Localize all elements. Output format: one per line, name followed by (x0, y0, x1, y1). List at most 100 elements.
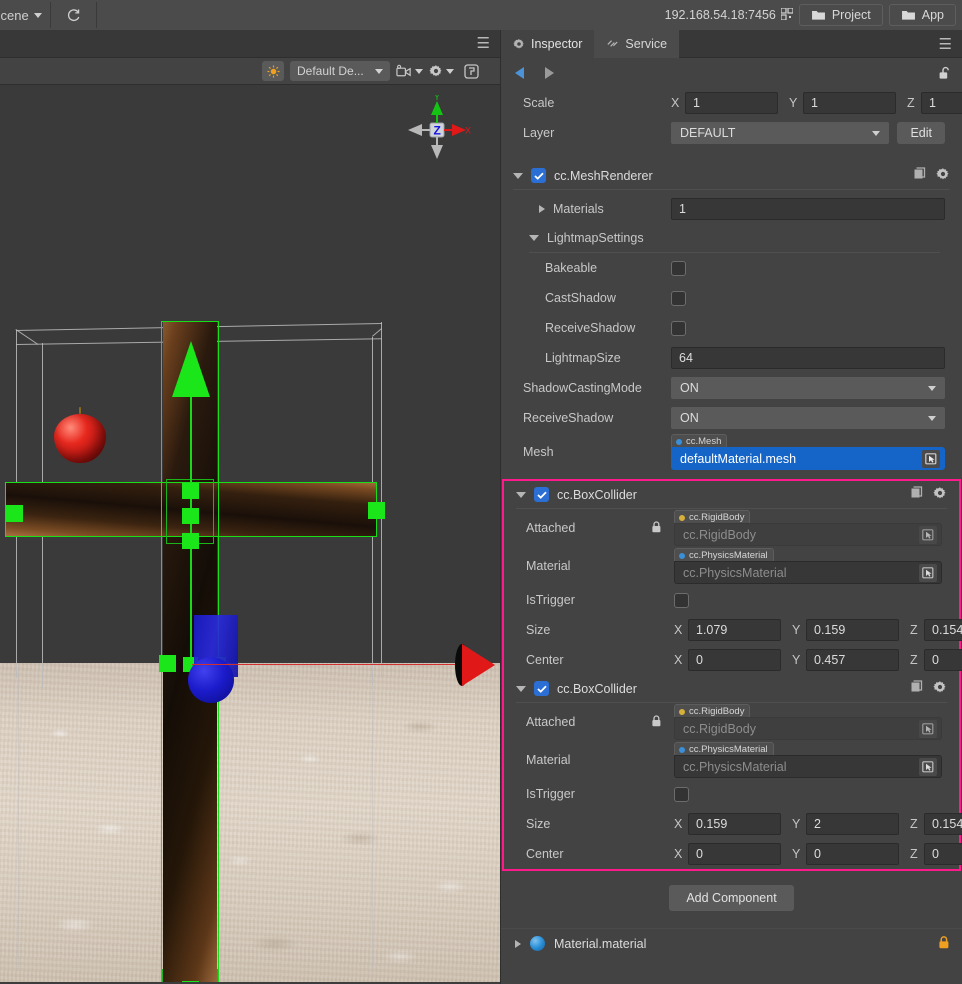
size-z-input-2[interactable]: 0.154 (924, 813, 962, 835)
material-asset-field-1[interactable]: cc.PhysicsMaterial cc.PhysicsMaterial (674, 548, 942, 584)
device-preset-dropdown[interactable]: Default De... (290, 61, 390, 81)
add-component-button[interactable]: Add Component (669, 885, 794, 911)
lock-closed-icon[interactable] (938, 935, 950, 952)
unlock-icon[interactable] (939, 66, 952, 83)
istrigger-checkbox-1[interactable] (674, 592, 689, 608)
gear-icon[interactable] (933, 680, 947, 697)
size-x-input-1[interactable]: 1.079 (688, 619, 781, 641)
project-button[interactable]: Project (798, 4, 883, 26)
material-asset-field-2[interactable]: cc.PhysicsMaterial cc.PhysicsMaterial (674, 742, 942, 778)
qr-code-icon[interactable] (780, 6, 794, 23)
size-y-input-2[interactable]: 2 (806, 813, 899, 835)
center-y-input-1[interactable]: 0.457 (806, 649, 899, 671)
mesh-renderer-enabled-checkbox[interactable] (531, 168, 546, 183)
pick-asset-icon[interactable] (919, 563, 937, 582)
attached-asset-value-box-2[interactable]: cc.RigidBody (674, 717, 942, 740)
box-collider-2-header[interactable]: cc.BoxCollider (504, 675, 959, 702)
size-z-input-1[interactable]: 0.154 (924, 619, 962, 641)
lightmapsize-input[interactable]: 64 (671, 347, 945, 369)
pick-asset-icon[interactable] (922, 449, 940, 468)
scale-z-input[interactable]: 1 (921, 92, 962, 114)
box-collider-1-enabled-checkbox[interactable] (534, 487, 549, 502)
attached-asset-value-box-1[interactable]: cc.RigidBody (674, 523, 942, 546)
pick-asset-icon[interactable] (919, 525, 937, 544)
app-button[interactable]: App (888, 4, 956, 26)
chevron-down-icon (928, 385, 936, 391)
gizmo-handle[interactable] (182, 533, 199, 549)
gizmo-handle[interactable] (159, 655, 176, 672)
inspector-menu-icon[interactable]: ☰ (939, 35, 952, 53)
center-y-input-2[interactable]: 0 (806, 843, 899, 865)
size-x-input-2[interactable]: 0.159 (688, 813, 781, 835)
gizmo-handle[interactable] (368, 502, 385, 519)
castshadow-checkbox[interactable] (671, 290, 686, 306)
camera-settings-button[interactable] (396, 64, 423, 78)
pick-asset-icon[interactable] (919, 719, 937, 738)
material-asset-row[interactable]: Material.material (501, 928, 962, 958)
tab-service[interactable]: Service (594, 29, 680, 58)
shadowcastingmode-dropdown[interactable]: ON (671, 377, 945, 399)
scale-y-input[interactable]: 1 (803, 92, 896, 114)
scene-menu-icon[interactable]: ☰ (477, 36, 490, 51)
bakeable-checkbox[interactable] (671, 260, 686, 276)
receiveshadow-checkbox[interactable] (671, 320, 686, 336)
material-asset-value-box-1[interactable]: cc.PhysicsMaterial (674, 561, 942, 584)
attached-asset-field-2[interactable]: cc.RigidBody cc.RigidBody (674, 704, 942, 740)
scale-x-input[interactable]: 1 (685, 92, 778, 114)
receiveshadow-mode-dropdown[interactable]: ON (671, 407, 945, 429)
materials-count-input[interactable]: 1 (671, 198, 945, 220)
box-collider-2-enabled-checkbox[interactable] (534, 681, 549, 696)
center-z-input-1[interactable]: 0 (924, 649, 962, 671)
book-icon[interactable] (910, 486, 925, 503)
orientation-gizmo[interactable]: Z Y X (402, 92, 472, 165)
chevron-down-icon[interactable] (516, 491, 526, 498)
center-x-input-1[interactable]: 0 (688, 649, 781, 671)
gear-icon[interactable] (936, 167, 950, 184)
gizmo-handle[interactable] (182, 981, 199, 982)
inspector-tab-bar: Inspector Service ☰ (501, 29, 962, 58)
gizmo-handle[interactable] (6, 505, 23, 522)
scene-gear-button[interactable] (429, 64, 454, 78)
size-label-1: Size (526, 623, 551, 637)
chevron-down-icon (33, 12, 42, 18)
book-icon[interactable] (913, 167, 928, 184)
chevron-right-icon[interactable] (515, 939, 521, 948)
box-collider-1-header[interactable]: cc.BoxCollider (504, 481, 959, 508)
mesh-asset-field[interactable]: cc.Mesh defaultMaterial.mesh (671, 434, 945, 470)
materials-label-wrap[interactable]: Materials (523, 202, 671, 216)
gizmo-x-axis-cone[interactable] (455, 644, 495, 686)
chevron-down-icon[interactable] (516, 685, 526, 692)
refresh-button[interactable] (51, 2, 97, 28)
mesh-renderer-header[interactable]: cc.MeshRenderer (501, 162, 962, 189)
tab-inspector[interactable]: Inspector (501, 29, 595, 58)
back-arrow-icon[interactable] (515, 67, 524, 79)
asset-type-dot (679, 514, 685, 521)
apple-object[interactable] (54, 414, 106, 463)
book-icon[interactable] (910, 680, 925, 697)
center-z-input-2[interactable]: 0 (924, 843, 962, 865)
apple-stem (79, 407, 81, 414)
chevron-down-icon[interactable] (529, 235, 539, 241)
chevron-right-icon[interactable] (539, 205, 545, 213)
gizmo-handle[interactable] (182, 508, 199, 524)
attached-label-wrap-2: Attached (526, 714, 674, 730)
lighting-toggle-button[interactable] (262, 61, 284, 81)
mesh-asset-value-box[interactable]: defaultMaterial.mesh (671, 447, 945, 470)
scene-viewport[interactable]: Z Y X (0, 85, 500, 982)
lightmap-settings-header[interactable]: LightmapSettings (501, 224, 962, 252)
center-x-input-2[interactable]: 0 (688, 843, 781, 865)
chevron-down-icon[interactable] (513, 172, 523, 179)
gear-icon[interactable] (933, 486, 947, 503)
pick-asset-icon[interactable] (919, 757, 937, 776)
layout-grid-button[interactable] (460, 61, 482, 81)
material-asset-value-box-2[interactable]: cc.PhysicsMaterial (674, 755, 942, 778)
layer-edit-button[interactable]: Edit (897, 122, 945, 144)
layer-dropdown[interactable]: DEFAULT (671, 122, 890, 144)
gizmo-y-axis-cone[interactable] (172, 341, 210, 397)
scene-selector[interactable]: scene (0, 2, 51, 28)
size-y-input-1[interactable]: 0.159 (806, 619, 899, 641)
istrigger-checkbox-2[interactable] (674, 786, 689, 802)
gizmo-handle[interactable] (182, 483, 199, 499)
attached-asset-field-1[interactable]: cc.RigidBody cc.RigidBody (674, 510, 942, 546)
forward-arrow-icon[interactable] (545, 67, 554, 79)
